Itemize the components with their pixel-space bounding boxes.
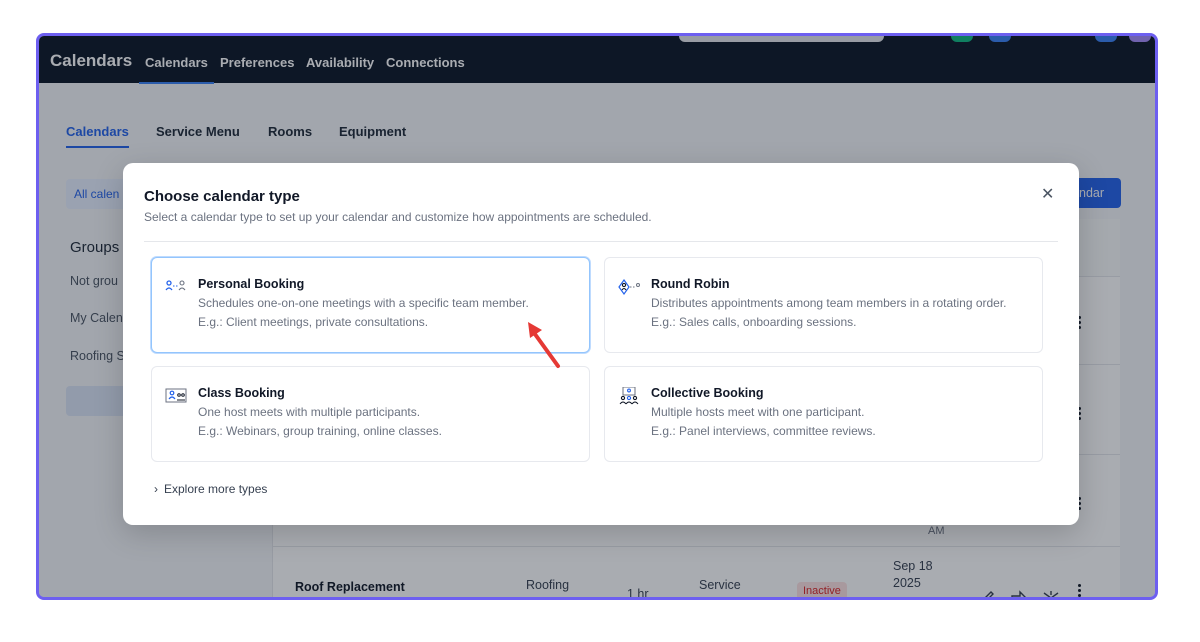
- card-title: Collective Booking: [651, 386, 764, 400]
- card-title: Class Booking: [198, 386, 285, 400]
- close-icon[interactable]: ✕: [1041, 184, 1054, 204]
- card-description: Distributes appointments among team memb…: [651, 296, 1007, 310]
- card-title: Round Robin: [651, 277, 730, 291]
- card-example: E.g.: Sales calls, onboarding sessions.: [651, 315, 857, 329]
- explore-more-types[interactable]: › Explore more types: [154, 482, 267, 496]
- card-description: Schedules one-on-one meetings with a spe…: [198, 296, 529, 310]
- dialog-divider: [144, 241, 1058, 242]
- card-description: Multiple hosts meet with one participant…: [651, 405, 865, 419]
- card-description: One host meets with multiple participant…: [198, 405, 421, 419]
- dialog-title: Choose calendar type: [144, 188, 300, 205]
- choose-calendar-type-dialog: Choose calendar type Select a calendar t…: [123, 163, 1079, 525]
- round-robin-icon: [618, 278, 640, 296]
- explore-label: Explore more types: [164, 482, 268, 496]
- dialog-subtitle: Select a calendar type to set up your ca…: [144, 210, 652, 224]
- card-example: E.g.: Panel interviews, committee review…: [651, 424, 876, 438]
- card-example: E.g.: Webinars, group training, online c…: [198, 424, 442, 438]
- chevron-right-icon: ›: [154, 482, 158, 496]
- app-window: Calendars Calendars Preferences Availabi…: [36, 33, 1158, 600]
- card-class-booking[interactable]: Class Booking One host meets with multip…: [151, 366, 590, 462]
- card-example: E.g.: Client meetings, private consultat…: [198, 315, 429, 329]
- card-title: Personal Booking: [198, 277, 305, 291]
- personal-booking-icon: [165, 280, 186, 291]
- collective-booking-icon: [619, 387, 639, 405]
- annotation-arrow-icon: [528, 322, 560, 368]
- class-booking-icon: [165, 388, 187, 403]
- card-round-robin[interactable]: Round Robin Distributes appointments amo…: [604, 257, 1043, 353]
- card-collective-booking[interactable]: Collective Booking Multiple hosts meet w…: [604, 366, 1043, 462]
